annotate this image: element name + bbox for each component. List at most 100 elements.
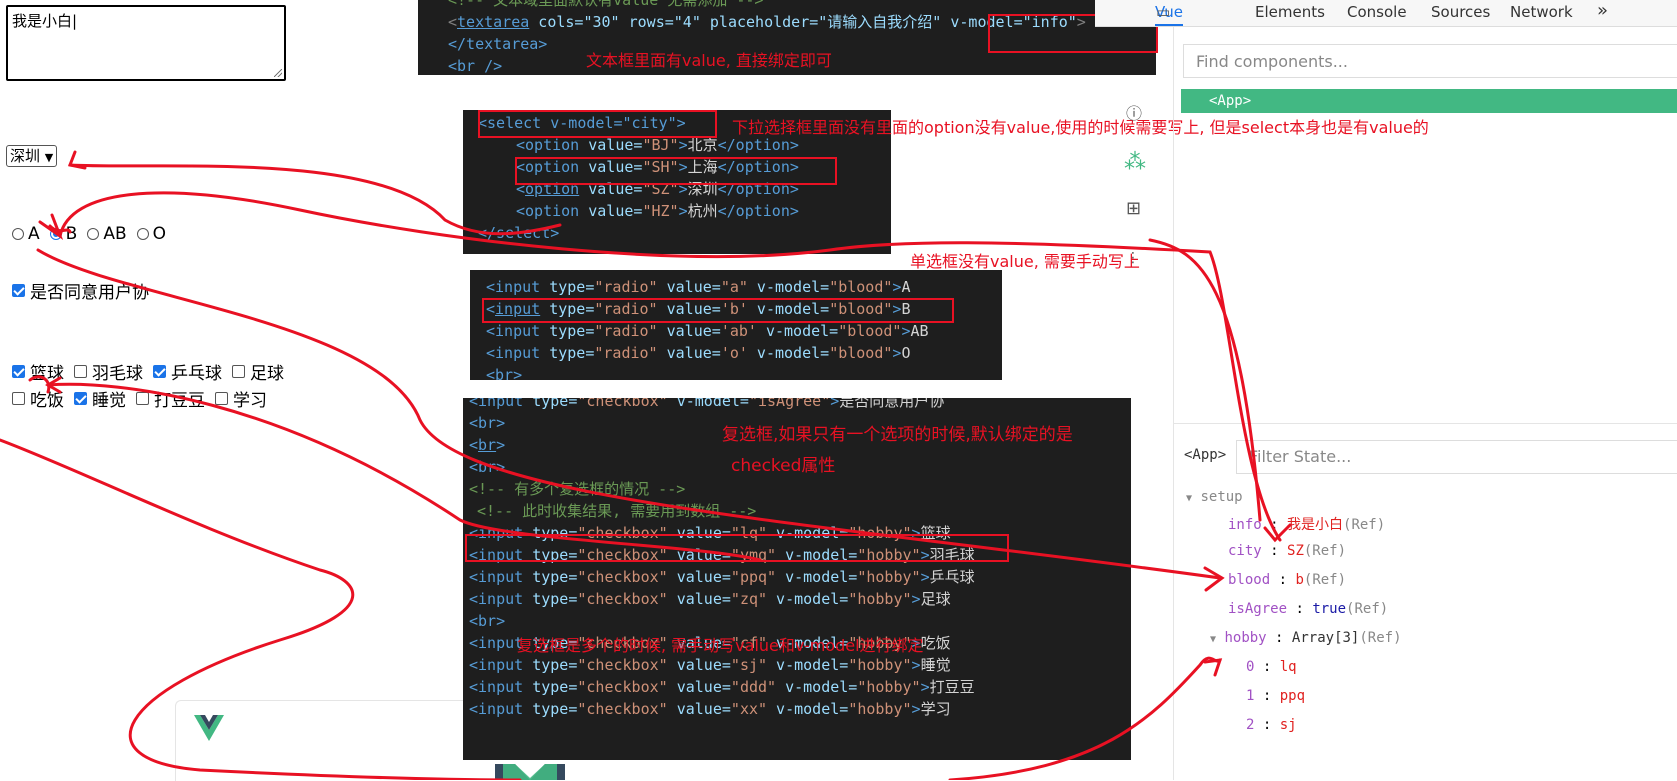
find-components-input[interactable]: Find components...	[1183, 44, 1677, 78]
hobby-code-label: 打豆豆	[929, 678, 975, 696]
code-line: <input type="checkbox" value="xx" v-mode…	[469, 700, 951, 718]
filter-state-input[interactable]: Filter State...	[1236, 440, 1677, 474]
hobby-item[interactable]: 1 : ppq	[1246, 688, 1305, 704]
radio-ab[interactable]	[87, 228, 100, 240]
hobby-label: 打豆豆	[154, 391, 205, 411]
hobby-label: 睡觉	[92, 391, 126, 411]
code-line: <br>	[469, 612, 506, 630]
hobby-checkbox-lq[interactable]	[12, 365, 25, 378]
radio-code-value: 'o'	[720, 344, 748, 362]
resize-handle-icon[interactable]	[274, 69, 282, 77]
hobby-checkbox-ppq[interactable]	[153, 365, 166, 378]
device-toggle-icon[interactable]: ▭	[1156, 3, 1170, 21]
hobby-index: 2	[1246, 717, 1255, 733]
hobby-checkbox-ymq[interactable]	[74, 365, 87, 378]
tree-icon[interactable]: ⊞	[1126, 198, 1141, 219]
state-ref: (Ref)	[1303, 543, 1347, 559]
hobby-code-label: 吃饭	[920, 634, 951, 652]
radio-o[interactable]	[136, 228, 149, 240]
expand-arrow-icon: ▼	[1210, 634, 1217, 645]
state-value: 我是小白	[1287, 517, 1344, 533]
hobby-checkbox-xx[interactable]	[215, 392, 228, 405]
city-select-value: 深圳	[10, 147, 41, 165]
devtools-tabbar: Vue Elements Console Sources Network »	[1095, 0, 1677, 27]
radio-b[interactable]	[49, 228, 62, 240]
code-line: <br>	[486, 366, 523, 380]
state-value: true	[1312, 601, 1347, 617]
code-line: <input type="radio" value='ab' v-model="…	[486, 322, 929, 340]
tab-elements[interactable]: Elements	[1255, 3, 1325, 21]
hobby-code-value: ddd	[739, 678, 768, 696]
devtools-split	[1173, 423, 1677, 424]
tab-network[interactable]: Network	[1510, 3, 1573, 21]
option-value: BJ	[651, 136, 670, 154]
more-tabs-icon[interactable]: »	[1597, 0, 1608, 21]
hobby-label: 乒乓球	[171, 364, 222, 384]
annotation-radio: 单选框没有value, 需要手动写上	[910, 252, 1140, 271]
vue-devtools-card	[175, 700, 496, 781]
code-panel-radio: <input type="radio" value="a" v-model="b…	[470, 270, 1002, 380]
code-line: <input type="checkbox" value="ddd" v-mod…	[469, 678, 975, 696]
agree-code-label: 是否同意用户协	[839, 398, 945, 410]
radio-label: B	[65, 224, 78, 244]
code-select-close: </select>	[478, 224, 560, 242]
annotation-select: 下拉选择框里面没有里面的option没有value,使用的时候需要写上, 但是s…	[732, 118, 1429, 137]
option-text: 杭州	[687, 202, 718, 220]
info-icon[interactable]: ⓘ	[1126, 100, 1142, 124]
radio-code-label: AB	[910, 322, 929, 340]
hobby-code-value: sj	[739, 656, 758, 674]
hobby-value: lq	[1279, 659, 1297, 675]
agree-checkbox[interactable]	[12, 284, 25, 297]
arrow-devtools-stroke	[1148, 238, 1262, 522]
hobby-index: 1	[1246, 688, 1255, 704]
radio-code-value: 'ab'	[720, 322, 757, 340]
hobby-row-2: 吃饭 睡觉 打豆豆 学习	[10, 386, 275, 411]
component-tree-app[interactable]: <App>	[1181, 89, 1677, 113]
hobby-label: 吃饭	[30, 391, 64, 411]
state-row-isagree[interactable]: isAgree : true(Ref)	[1228, 601, 1388, 617]
tab-sources[interactable]: Sources	[1431, 3, 1490, 21]
radio-a[interactable]	[12, 228, 24, 240]
annotation-checkbox-single-2: checked属性	[731, 456, 836, 476]
hobby-item[interactable]: 0 : lq	[1246, 659, 1297, 675]
hobby-checkbox-ddd[interactable]	[136, 392, 149, 405]
hobby-item[interactable]: 2 : sj	[1246, 717, 1297, 733]
code-line: <input type="checkbox" v-model="isAgree"…	[469, 398, 1131, 412]
code-comment: <!-- 文本域里面默认有value 无需添加 -->	[448, 0, 764, 9]
code-attrs: cols="30" rows="4" placeholder="请输入自我介绍"	[529, 13, 951, 31]
state-value: Array[3]	[1291, 630, 1360, 646]
code-line: <input type="radio" value='o' v-model="b…	[486, 344, 911, 362]
state-key: city	[1228, 543, 1262, 559]
hobby-code-label: 睡觉	[920, 656, 951, 674]
route-icon[interactable]: ⋮	[1126, 250, 1140, 266]
hobby-checkbox-cf[interactable]	[12, 392, 25, 405]
code-line: <input type="radio" value="a" v-model="b…	[486, 278, 911, 296]
code-line: <input type="checkbox" value="ppq" v-mod…	[469, 568, 975, 586]
agree-checkbox-row: 是否同意用户协	[10, 278, 149, 303]
hobby-checkbox-zq[interactable]	[232, 365, 245, 378]
state-row-city[interactable]: city : SZ(Ref)	[1228, 543, 1346, 559]
components-icon[interactable]: ⁂	[1124, 150, 1146, 175]
tab-console[interactable]: Console	[1347, 3, 1407, 21]
setup-section[interactable]: ▼ setup	[1186, 489, 1243, 505]
highlight-box	[482, 298, 954, 323]
annotation-checkbox-multi: 复选框是多个的时候, 需手动写value和v-model进行绑定	[517, 636, 924, 655]
hobby-value: sj	[1279, 717, 1297, 733]
state-ref: (Ref)	[1346, 601, 1389, 617]
state-row-info[interactable]: info : 我是小白(Ref)	[1228, 514, 1385, 534]
code-comment: <!-- 此时收集结果, 需要用到数组 -->	[477, 502, 757, 520]
app-tag: <App>	[1209, 93, 1252, 109]
hobby-checkbox-sj[interactable]	[74, 392, 87, 405]
city-select[interactable]: 深圳 ▼	[6, 145, 58, 167]
hobby-label: 足球	[250, 364, 284, 384]
state-row-hobby[interactable]: ▼ hobby : Array[3](Ref)	[1210, 630, 1402, 646]
hobby-code-label: 学习	[920, 700, 951, 718]
intro-textarea[interactable]: 我是小白|	[6, 5, 286, 81]
hobby-value: ppq	[1279, 688, 1306, 704]
setup-label: setup	[1200, 489, 1243, 505]
state-value: SZ	[1287, 543, 1304, 559]
state-row-blood[interactable]: blood : b(Ref)	[1228, 572, 1346, 588]
state-ref: (Ref)	[1359, 630, 1402, 646]
hobby-code-label: 乒乓球	[929, 568, 975, 586]
radio-code-value: "a"	[720, 278, 748, 296]
